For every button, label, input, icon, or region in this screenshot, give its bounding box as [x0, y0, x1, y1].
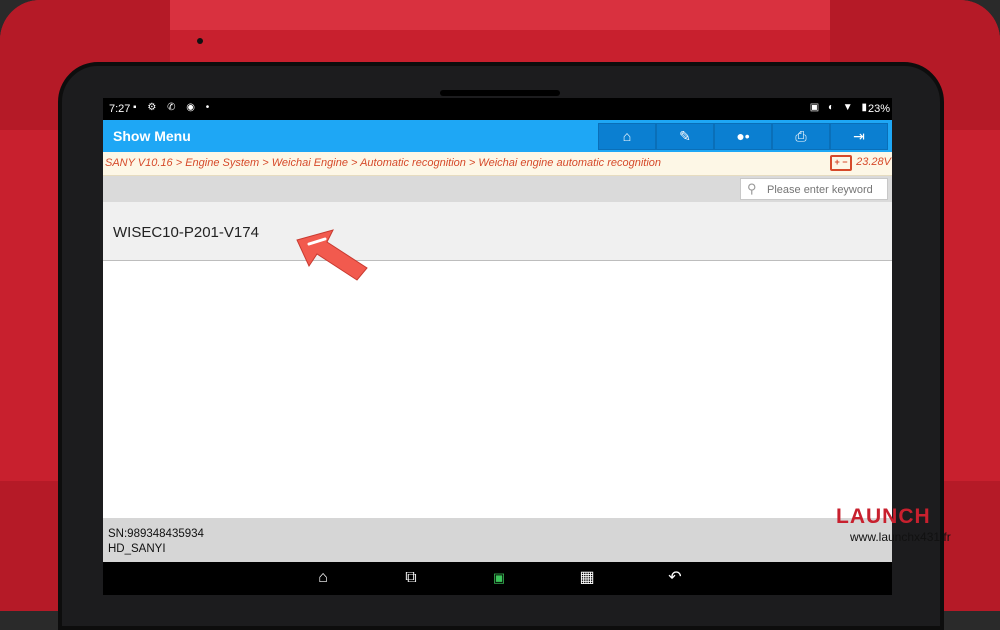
status-bar: 7:27 ▪ ⚙ ✆ ◉ • ▣ ◐ ▼ ▮ 23% — [103, 98, 892, 120]
exit-button[interactable]: ⇥ — [830, 123, 888, 150]
status-time: 7:27 — [109, 103, 131, 115]
search-input[interactable] — [765, 181, 887, 198]
breadcrumb-path: SANY V10.16 > Engine System > Weichai En… — [105, 157, 662, 169]
home-button[interactable]: ⌂ — [598, 123, 656, 150]
brand-url: www.launchx431.fr — [850, 530, 951, 544]
speaker-slot — [440, 90, 560, 96]
edit-report-icon: ✎ — [679, 128, 691, 144]
system-status-icons: ▣ ◐ ▼ ▮ — [809, 102, 870, 113]
vci-icon[interactable]: ▣ — [484, 567, 514, 589]
print-button[interactable]: ⎙ — [772, 123, 830, 150]
report-button[interactable]: ✎ — [656, 123, 714, 150]
exit-icon: ⇥ — [853, 128, 865, 144]
battery-percent: 23% — [867, 103, 890, 115]
pointer-arrow-icon — [296, 229, 368, 281]
back-icon[interactable]: ↶ — [660, 567, 690, 589]
search-icon: ⚲ — [747, 181, 757, 196]
case-highlight — [50, 0, 950, 30]
breadcrumb: SANY V10.16 > Engine System > Weichai En… — [103, 152, 892, 176]
list-item-label: WISEC10-P201-V174 — [113, 224, 259, 241]
printer-icon: ⎙ — [795, 128, 807, 144]
search-row: ⚲ — [103, 176, 892, 202]
device-info-bar: SN:989348435934 HD_SANYI — [103, 518, 892, 562]
home-icon: ⌂ — [622, 128, 632, 144]
screenshot-icon[interactable]: ▦ — [572, 567, 602, 589]
search-box[interactable]: ⚲ — [740, 178, 888, 200]
android-nav-bar: ⌂ ⧉ ▣ ▦ ↶ — [103, 562, 892, 595]
tablet-screen: 7:27 ▪ ⚙ ✆ ◉ • ▣ ◐ ▼ ▮ 23% Show Menu ⌂ ✎… — [103, 98, 892, 595]
vehicle-model: HD_SANYI — [108, 543, 166, 555]
camera-icon — [197, 38, 203, 44]
nav-home-icon[interactable]: ⌂ — [308, 567, 338, 589]
serial-number: SN:989348435934 — [108, 528, 204, 540]
list-item[interactable]: WISEC10-P201-V174 — [103, 202, 892, 261]
notification-icons: ▪ ⚙ ✆ ◉ • — [133, 102, 214, 113]
brand-logo: LAUNCH — [836, 505, 931, 528]
feedback-button[interactable]: ●• — [714, 123, 772, 150]
battery-voltage: 23.28V — [856, 156, 891, 168]
chat-bubble-icon: ●• — [736, 128, 750, 144]
app-header: Show Menu ⌂ ✎ ●• ⎙ ⇥ — [103, 120, 892, 152]
recent-apps-icon[interactable]: ⧉ — [396, 567, 426, 589]
page-title: Show Menu — [113, 128, 191, 144]
car-battery-icon: + − — [830, 155, 852, 171]
